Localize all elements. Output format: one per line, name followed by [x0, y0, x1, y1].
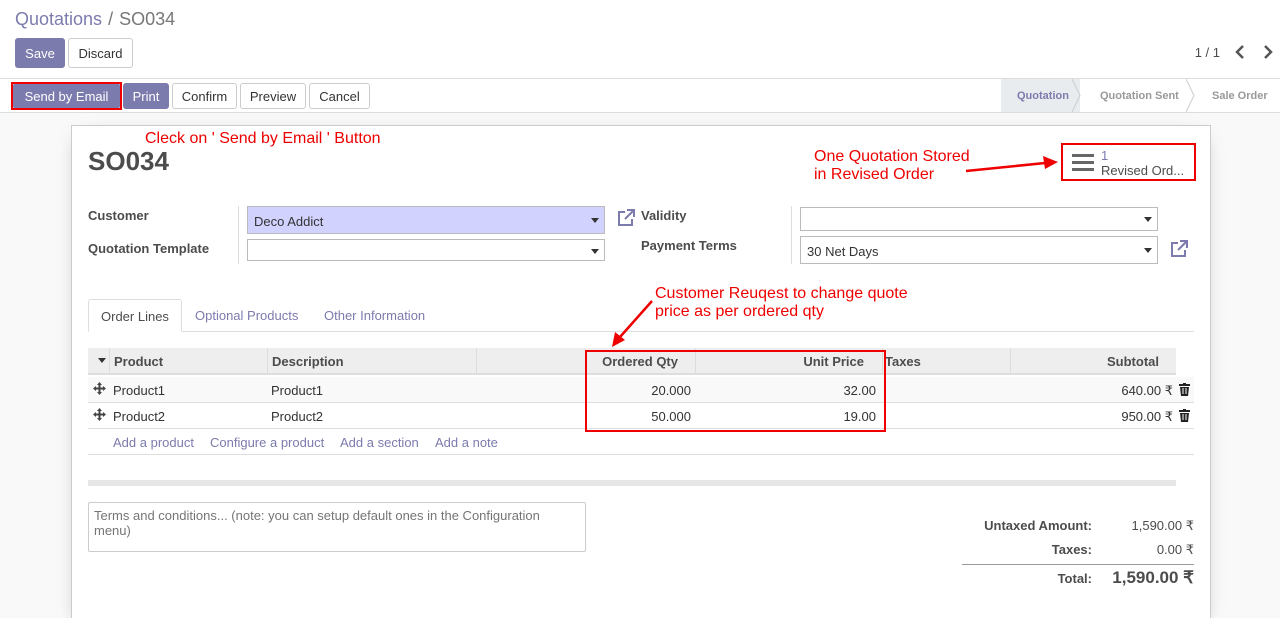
- annotation-stored-line2: in Revised Order: [814, 166, 935, 183]
- pager-value[interactable]: 1 / 1: [1195, 45, 1220, 60]
- preview-button[interactable]: Preview: [240, 83, 306, 109]
- field-divider: [238, 206, 239, 264]
- customer-label: Customer: [88, 208, 149, 223]
- stage-quotation-sent[interactable]: Quotation Sent: [1080, 79, 1195, 112]
- annotation-stored-line1: One Quotation Stored: [814, 148, 970, 165]
- dropdown-caret-icon: [1144, 217, 1152, 222]
- breadcrumb: Quotations / SO034: [15, 9, 175, 30]
- column-separator: [267, 348, 268, 375]
- payment-terms-value: 30 Net Days: [807, 244, 879, 259]
- payment-terms-label: Payment Terms: [641, 238, 737, 253]
- column-product[interactable]: Product: [114, 354, 163, 369]
- drag-handle-icon[interactable]: [93, 408, 106, 421]
- statusbar: Send by Email Print Confirm Preview Canc…: [0, 79, 1280, 113]
- stage-quotation[interactable]: Quotation: [1001, 79, 1081, 112]
- stage-label: Quotation Sent: [1100, 89, 1179, 102]
- add-line-links: Add a product Configure a product Add a …: [88, 429, 1194, 455]
- stage-sale-order[interactable]: Sale Order: [1194, 79, 1280, 112]
- breadcrumb-separator: /: [108, 9, 114, 29]
- sort-caret-icon[interactable]: [98, 358, 106, 363]
- totals-divider: [962, 564, 1194, 565]
- dropdown-caret-icon: [591, 218, 599, 223]
- add-note-link[interactable]: Add a note: [435, 435, 498, 450]
- add-section-link[interactable]: Add a section: [340, 435, 419, 450]
- customer-field[interactable]: Deco Addict: [247, 206, 605, 234]
- untaxed-amount-label: Untaxed Amount:: [984, 518, 1092, 533]
- external-link-icon[interactable]: [616, 208, 636, 228]
- untaxed-amount-value: 1,590.00 ₹: [1131, 518, 1195, 533]
- send-email-highlight-box: [11, 82, 122, 110]
- taxes-value: 0.00 ₹: [1156, 542, 1194, 557]
- qty-price-highlight-box: [585, 350, 886, 432]
- chevron-left-icon[interactable]: [1233, 43, 1247, 61]
- dropdown-caret-icon: [591, 249, 599, 254]
- print-button[interactable]: Print: [123, 83, 169, 109]
- column-description[interactable]: Description: [272, 354, 344, 369]
- stage-label: Quotation: [1017, 89, 1069, 102]
- cell-product: Product1: [113, 383, 166, 398]
- discard-button[interactable]: Discard: [68, 38, 133, 68]
- breadcrumb-current: SO034: [119, 9, 176, 29]
- column-taxes[interactable]: Taxes: [885, 354, 921, 369]
- add-product-link[interactable]: Add a product: [113, 435, 194, 450]
- dropdown-caret-icon: [1144, 248, 1152, 253]
- total-value: 1,590.00 ₹: [1112, 568, 1194, 587]
- status-stages: Quotation Quotation Sent Sale Order: [1001, 79, 1280, 112]
- breadcrumb-quotations-link[interactable]: Quotations: [15, 9, 102, 29]
- stage-arrow-icon: [1186, 79, 1195, 112]
- drag-handle-icon[interactable]: [93, 382, 106, 395]
- confirm-button[interactable]: Confirm: [172, 83, 237, 109]
- tab-other-information[interactable]: Other Information: [312, 299, 437, 332]
- external-link-icon[interactable]: [1169, 239, 1189, 259]
- validity-label: Validity: [641, 208, 687, 223]
- trash-icon[interactable]: [1179, 383, 1190, 396]
- annotation-click-send: Cleck on ' Send by Email ' Button: [145, 130, 381, 147]
- payment-terms-field[interactable]: 30 Net Days: [800, 236, 1158, 264]
- column-separator: [476, 348, 477, 375]
- annotation-request-line1: Customer Reuqest to change quote: [655, 285, 908, 302]
- control-panel: Quotations / SO034 Save Discard 1 / 1: [0, 0, 1280, 79]
- list-icon: [1072, 154, 1094, 171]
- cell-product: Product2: [113, 409, 166, 424]
- customer-value: Deco Addict: [254, 214, 324, 229]
- revised-order-stat-button[interactable]: 1 Revised Ord...: [1061, 143, 1196, 181]
- horizontal-scrollbar[interactable]: [88, 480, 1176, 486]
- page-title: SO034: [88, 146, 169, 176]
- stat-label: Revised Ord...: [1101, 163, 1185, 178]
- column-subtotal[interactable]: Subtotal: [1078, 354, 1159, 369]
- total-label: Total:: [1057, 571, 1092, 586]
- cell-subtotal: 640.00 ₹: [1121, 383, 1173, 398]
- field-divider: [791, 206, 792, 264]
- configure-product-link[interactable]: Configure a product: [210, 435, 324, 450]
- stage-arrow-icon: [1072, 79, 1081, 112]
- annotation-request-line2: price as per ordered qty: [655, 303, 824, 320]
- notebook-tabs: Order Lines Optional Products Other Info…: [88, 299, 1194, 332]
- stage-label: Sale Order: [1212, 89, 1268, 102]
- tab-optional-products[interactable]: Optional Products: [183, 299, 310, 332]
- tab-order-lines[interactable]: Order Lines: [88, 299, 182, 332]
- stat-count: 1: [1101, 148, 1109, 163]
- validity-field[interactable]: [800, 207, 1158, 231]
- chevron-right-icon[interactable]: [1261, 43, 1275, 61]
- quotation-template-label: Quotation Template: [88, 241, 210, 256]
- cell-description: Product1: [271, 383, 324, 398]
- save-button[interactable]: Save: [15, 38, 65, 68]
- column-separator: [1010, 348, 1011, 375]
- cell-subtotal: 950.00 ₹: [1121, 409, 1173, 424]
- trash-icon[interactable]: [1179, 409, 1190, 422]
- quotation-template-field[interactable]: [247, 239, 605, 261]
- taxes-label: Taxes:: [1051, 542, 1092, 557]
- cell-description: Product2: [271, 409, 324, 424]
- terms-and-conditions-field[interactable]: [88, 502, 586, 552]
- cancel-button[interactable]: Cancel: [309, 83, 370, 109]
- column-separator: [109, 348, 110, 375]
